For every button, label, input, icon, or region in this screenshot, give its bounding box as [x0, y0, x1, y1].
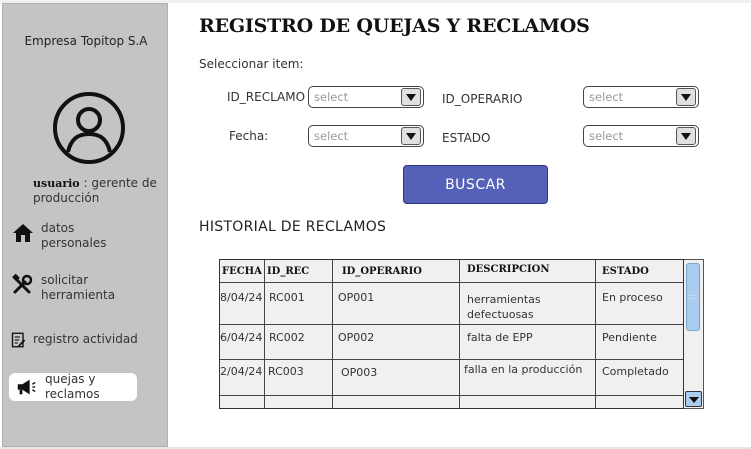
cell-estado: Completado [595, 359, 683, 396]
id-reclamo-select[interactable]: select [308, 86, 424, 108]
cell-id-operario: OP003 [332, 359, 460, 396]
cell-id-operario: OP001 [332, 282, 460, 325]
cell-descripcion: falla en la producción [459, 359, 596, 396]
select-placeholder: select [589, 90, 624, 104]
company-name: Empresa Topitop S.A [24, 34, 148, 48]
page-title: REGISTRO DE QUEJAS Y RECLAMOS [199, 15, 590, 37]
cell-fecha: 2/04/24 [220, 359, 265, 396]
column-header-descripcion: DESCRIPCION [459, 260, 596, 283]
table-row[interactable]: 8/04/24 RC001 OP001 herramientas defectu… [220, 282, 683, 325]
id-operario-select[interactable]: select [583, 86, 699, 108]
cell-fecha: 8/04/24 [220, 282, 265, 325]
sidebar: Empresa Topitop S.A usuario : gerente de… [2, 3, 168, 447]
history-title: HISTORIAL DE RECLAMOS [199, 219, 387, 235]
search-button[interactable]: BUSCAR [403, 165, 548, 204]
tools-icon [12, 273, 33, 294]
cell-id-rec: RC001 [264, 282, 333, 325]
estado-label: ESTADO [442, 131, 491, 145]
cell-estado: Pendiente [595, 324, 683, 360]
scroll-down-icon[interactable] [685, 391, 702, 407]
column-header-id-rec: ID_REC [264, 260, 333, 283]
sidebar-item-label: datos personales [41, 221, 107, 250]
sidebar-item-label: solicitar herramienta [41, 273, 116, 302]
clipboard-edit-icon [11, 332, 26, 348]
sidebar-item-label: registro actividad [33, 332, 138, 346]
sidebar-item-solicitar-herramienta[interactable]: solicitar herramienta [11, 273, 131, 303]
fecha-select[interactable]: select [308, 125, 424, 147]
table-row-empty [220, 395, 683, 408]
select-placeholder: select [314, 129, 349, 143]
select-placeholder: select [589, 129, 624, 143]
column-header-fecha: FECHA [220, 260, 265, 283]
select-item-label: Seleccionar item: [199, 57, 304, 71]
table-scrollbar[interactable] [684, 259, 704, 409]
sidebar-item-registro-actividad[interactable]: registro actividad [11, 329, 138, 351]
sidebar-item-label: quejas y reclamos [45, 372, 100, 401]
table-header-row: FECHA ID_REC ID_OPERARIO DESCRIPCION EST… [220, 260, 683, 283]
chevron-down-icon[interactable] [676, 127, 696, 145]
user-info: usuario : gerente de producción [33, 176, 165, 206]
select-placeholder: select [314, 90, 349, 104]
megaphone-icon [17, 379, 36, 395]
fecha-label: Fecha: [229, 129, 269, 143]
user-label: usuario [33, 177, 80, 190]
cell-id-rec: RC003 [264, 359, 333, 396]
column-header-estado: ESTADO [595, 260, 683, 283]
table-row[interactable]: 2/04/24 RC003 OP003 falla en la producci… [220, 359, 683, 396]
scrollbar-thumb[interactable] [686, 263, 700, 331]
chevron-down-icon[interactable] [676, 88, 696, 106]
sidebar-item-datos-personales[interactable]: datos personales [11, 221, 121, 251]
id-reclamo-label: ID_RECLAMO [227, 90, 306, 104]
cell-estado: En proceso [595, 282, 683, 325]
history-table: FECHA ID_REC ID_OPERARIO DESCRIPCION EST… [219, 259, 684, 409]
sidebar-item-quejas-reclamos[interactable]: quejas y reclamos [9, 372, 137, 401]
estado-select[interactable]: select [583, 125, 699, 147]
cell-id-operario: OP002 [332, 324, 460, 360]
table-row[interactable]: 6/04/24 RC002 OP002 falta de EPP Pendien… [220, 324, 683, 360]
id-operario-label: ID_OPERARIO [442, 92, 523, 106]
chevron-down-icon[interactable] [401, 88, 421, 106]
cell-descripcion: falta de EPP [459, 324, 596, 360]
user-avatar-icon [53, 92, 125, 164]
cell-descripcion: herramientas defectuosas [459, 282, 596, 325]
home-icon [13, 224, 33, 242]
cell-fecha: 6/04/24 [220, 324, 265, 360]
column-header-id-operario: ID_OPERARIO [332, 260, 460, 283]
cell-id-rec: RC002 [264, 324, 333, 360]
chevron-down-icon[interactable] [401, 127, 421, 145]
